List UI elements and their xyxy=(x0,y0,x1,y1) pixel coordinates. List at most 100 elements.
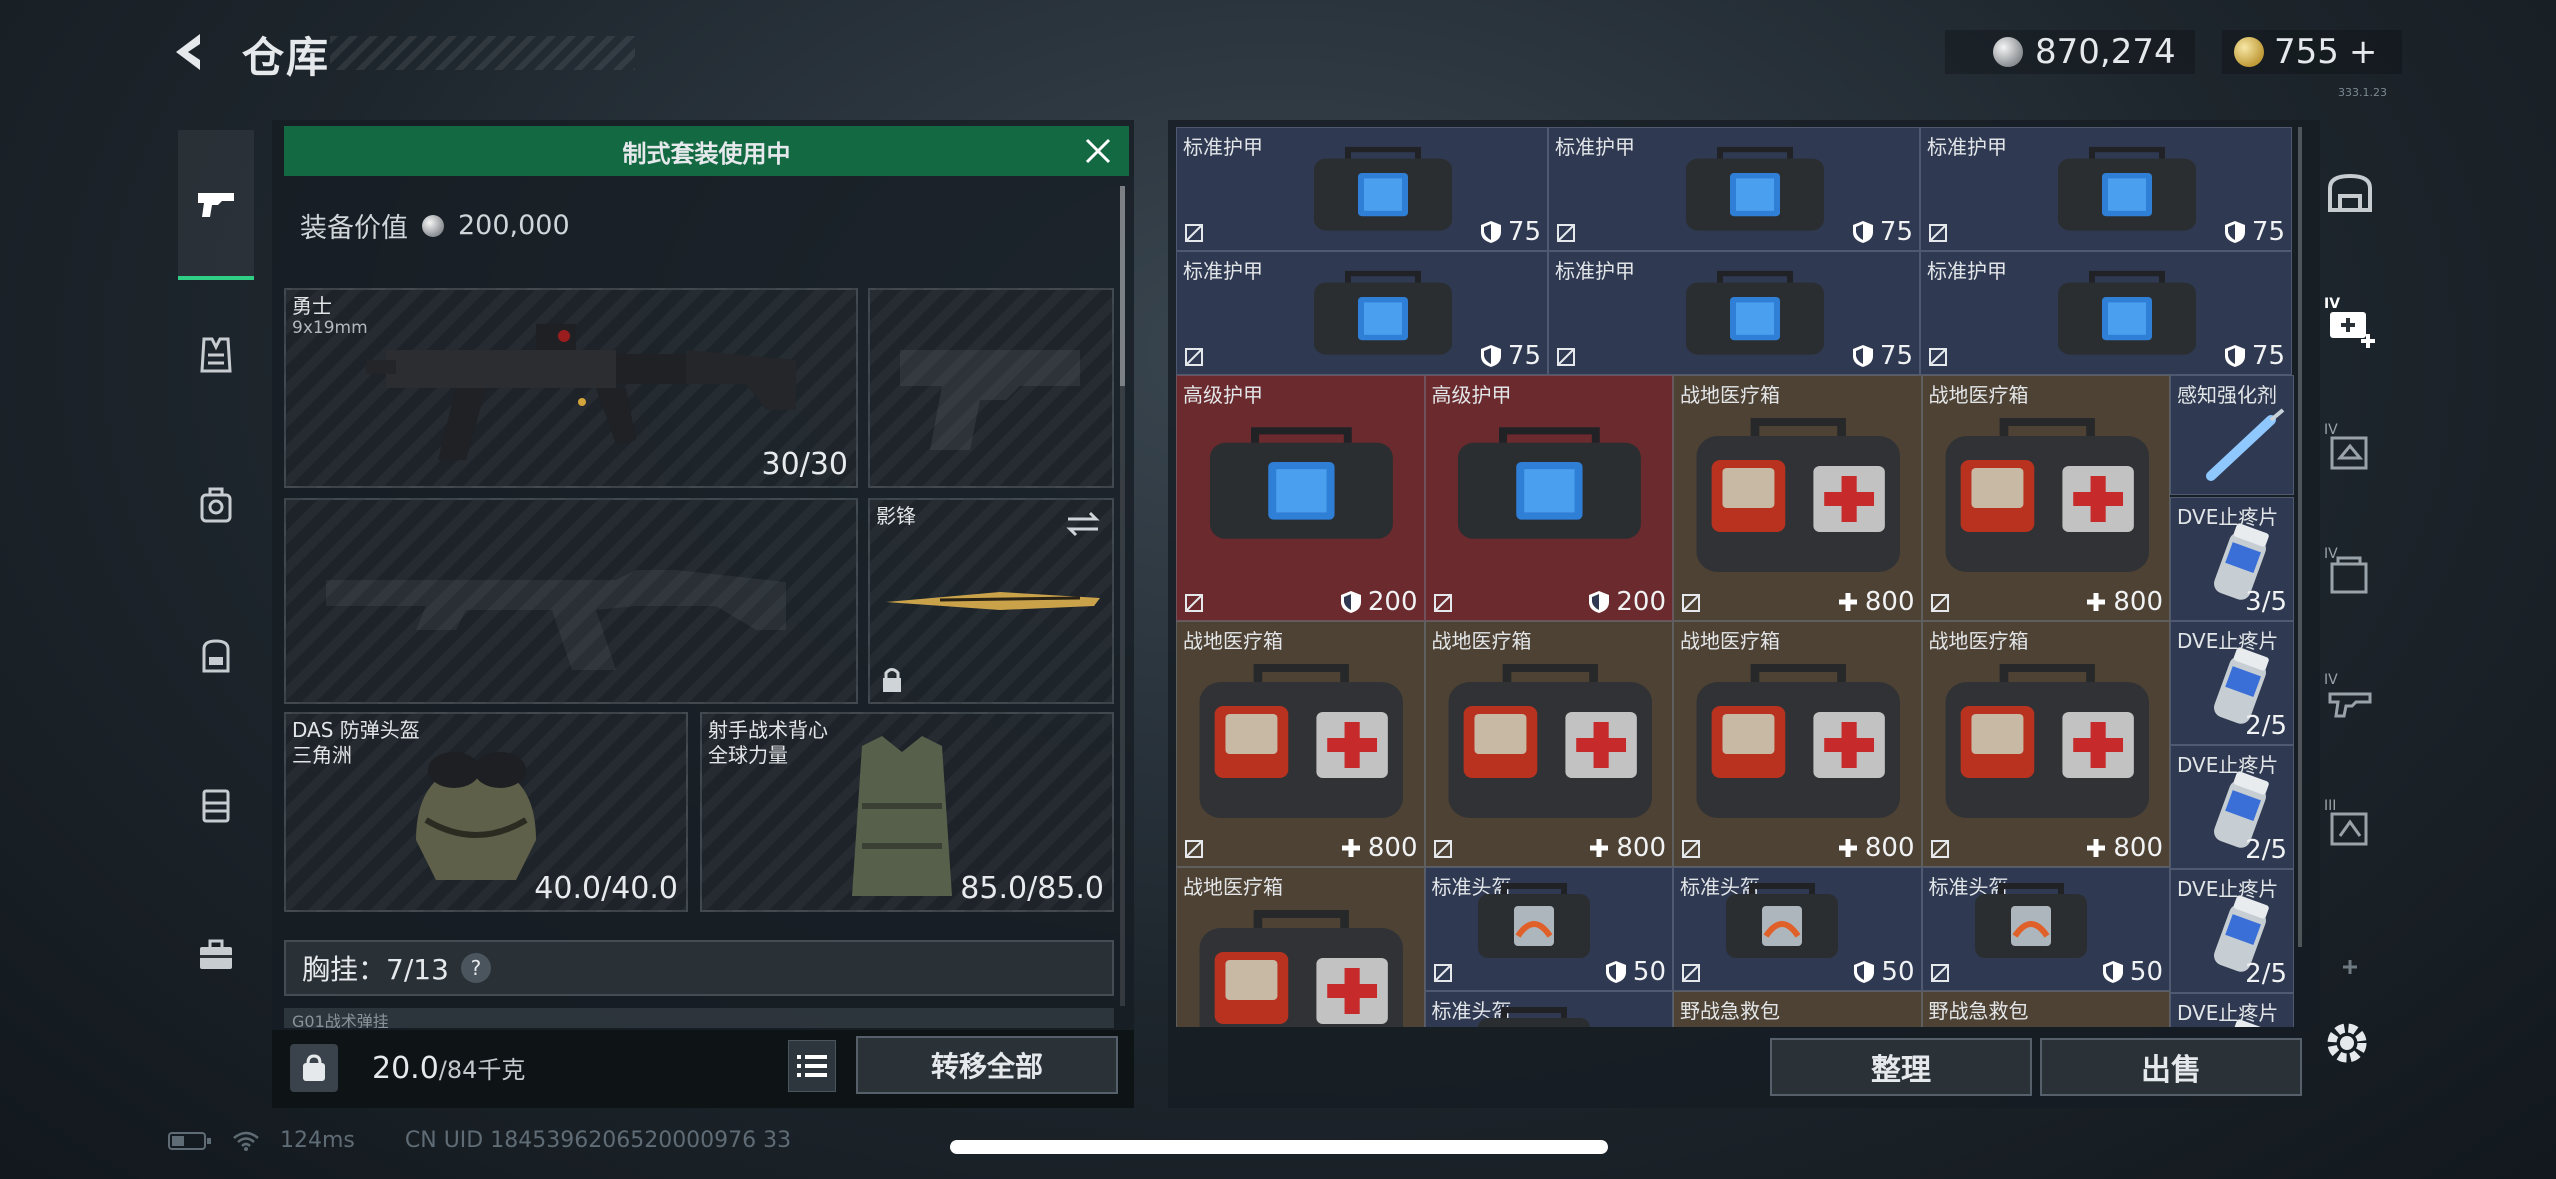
storage-item-pills[interactable]: DVE止疼片 2/5 xyxy=(2170,621,2294,745)
storage-item-firstaid[interactable]: 野战急救包 xyxy=(1921,991,2170,1027)
settings-gear-icon[interactable] xyxy=(2318,1014,2376,1072)
kettlebell-icon xyxy=(303,1054,325,1081)
storage-item-firstaid[interactable]: 野战急救包 xyxy=(1673,991,1922,1027)
armor-slot[interactable]: 射手战术背心 全球力量 85.0/85.0 xyxy=(700,712,1114,912)
chest-rig-row[interactable]: 胸挂：7/13 ? xyxy=(284,940,1114,996)
storage-item-armor-bag[interactable]: 标准护甲 75 xyxy=(1176,251,1548,375)
medkit-icon xyxy=(1944,664,2149,818)
melee-name: 影锋 xyxy=(876,504,916,528)
helmet-bag-icon xyxy=(1974,883,2087,958)
filter-helmet[interactable]: III xyxy=(2318,792,2382,856)
storage-item-big-armor-bag[interactable]: 高级护甲 200 xyxy=(1176,375,1425,621)
secondary-weapon-slot[interactable] xyxy=(284,498,858,704)
gold-add-button[interactable]: + xyxy=(2349,32,2378,72)
all-items-icon xyxy=(2328,173,2372,212)
case-icon xyxy=(202,789,230,823)
storage-item-pills[interactable]: DVE止疼片 2/5 xyxy=(2170,745,2294,869)
nav-case[interactable] xyxy=(178,730,254,880)
primary-weapon-slot[interactable]: 勇士 9x19mm 30/30 xyxy=(284,288,858,488)
status-bar: 124ms CN UID 1845396206520000976 33 xyxy=(168,1128,791,1153)
nav-backpack[interactable] xyxy=(178,580,254,730)
transfer-all-button[interactable]: 转移全部 xyxy=(856,1036,1118,1094)
storage-item-medkit[interactable]: 战地医疗箱 800 xyxy=(1424,621,1673,867)
filter-medical[interactable]: IV xyxy=(2318,290,2382,354)
back-arrow-icon[interactable] xyxy=(168,30,212,74)
close-icon[interactable] xyxy=(1083,136,1113,166)
bound-icon xyxy=(1682,594,1700,612)
item-name: 标准护甲 xyxy=(1555,135,1635,159)
bound-icon xyxy=(1185,224,1203,242)
shield-icon xyxy=(1852,345,1873,367)
storage-item-armor-bag[interactable]: 标准护甲 75 xyxy=(1920,127,2292,251)
item-name: 感知强化剂 xyxy=(2177,383,2277,407)
storage-item-medkit[interactable]: 战地医疗箱 800 xyxy=(1673,375,1922,621)
sell-button[interactable]: 出售 xyxy=(2040,1038,2302,1096)
storage-item-helmet-bag[interactable]: 标准头盔 50 xyxy=(1673,867,1922,991)
filter-all[interactable] xyxy=(2318,162,2382,226)
nav-toolbox[interactable] xyxy=(178,880,254,1030)
storage-item-pills[interactable]: DVE止疼片 2/5 xyxy=(2170,869,2294,993)
battery-icon xyxy=(168,1131,211,1150)
nav-vest[interactable] xyxy=(178,280,254,430)
item-value: 2/5 xyxy=(2245,959,2287,989)
item-value: 75 xyxy=(2224,217,2285,247)
storage-item-pills[interactable]: DVE止疼片 3/5 xyxy=(2170,497,2294,621)
swap-icon[interactable] xyxy=(1066,510,1100,538)
storage-item-armor-bag[interactable]: 标准护甲 75 xyxy=(1548,251,1920,375)
shield-icon xyxy=(1480,221,1501,243)
storage-item-armor-bag[interactable]: 标准护甲 75 xyxy=(1548,127,1920,251)
medkit-icon xyxy=(1199,910,1403,1027)
storage-scrollbar[interactable] xyxy=(2298,127,2302,947)
bound-icon xyxy=(1557,348,1575,366)
silver-currency: 870,274 xyxy=(1945,30,2195,74)
storage-item-helmet-bag[interactable]: 标准头盔 xyxy=(1424,991,1673,1027)
bound-icon xyxy=(1185,348,1203,366)
storage-item-medkit[interactable]: 战地医疗箱 800 xyxy=(1176,621,1425,867)
list-view-button[interactable] xyxy=(788,1040,836,1092)
filter-weapon[interactable]: IV xyxy=(2318,666,2382,730)
equipment-value: 装备价值 200,000 xyxy=(300,206,570,245)
home-indicator[interactable] xyxy=(950,1140,1608,1154)
pistol-silhouette-icon xyxy=(900,350,1080,450)
shield-icon xyxy=(2224,345,2245,367)
equipment-scrollbar[interactable] xyxy=(1120,186,1125,1006)
item-name: 战地医疗箱 xyxy=(1928,629,2029,653)
item-name: 战地医疗箱 xyxy=(1680,383,1780,407)
storage-item-syringe[interactable]: 感知强化剂 xyxy=(2170,375,2294,495)
storage-item-helmet-bag[interactable]: 标准头盔 50 xyxy=(1424,867,1673,991)
storage-item-medkit[interactable]: 战地医疗箱 800 xyxy=(1921,621,2170,867)
preset-banner: 制式套装使用中 xyxy=(284,126,1129,176)
item-name: 战地医疗箱 xyxy=(1680,629,1780,653)
storage-item-armor-bag[interactable]: 标准护甲 75 xyxy=(1920,251,2292,375)
gold-currency[interactable]: 755 + xyxy=(2222,30,2402,74)
weapon-filter-icon: IV xyxy=(2324,672,2372,718)
left-nav xyxy=(166,120,264,1040)
vest-icon xyxy=(852,736,952,896)
storage-item-armor-bag[interactable]: 标准护甲 75 xyxy=(1176,127,1548,251)
item-name: 标准护甲 xyxy=(1555,259,1635,283)
item-value: 75 xyxy=(1852,341,1913,371)
storage-item-medkit[interactable]: 战地医疗箱 800 xyxy=(1673,621,1922,867)
list-icon xyxy=(797,1055,827,1077)
help-icon[interactable]: ? xyxy=(460,953,491,983)
sidearm-slot[interactable] xyxy=(868,288,1114,488)
helmet-slot[interactable]: DAS 防弹头盔 三角洲 40.0/40.0 xyxy=(284,712,688,912)
melee-slot[interactable]: 影锋 xyxy=(868,498,1114,704)
storage-item-pills[interactable]: DVE止疼片 xyxy=(2170,993,2294,1027)
storage-item-medkit[interactable]: 战地医疗箱 800 xyxy=(1921,375,2170,621)
filter-more[interactable] xyxy=(2318,940,2382,1004)
nav-weapons[interactable] xyxy=(178,130,254,280)
filter-armor[interactable]: IV xyxy=(2318,416,2382,480)
equipment-value-amount: 200,000 xyxy=(458,210,570,241)
storage-item-medkit[interactable]: 战地医疗箱 xyxy=(1176,867,1425,1027)
primary-weapon-ammo: 30/30 xyxy=(761,447,848,482)
item-value: 2/5 xyxy=(2245,711,2287,741)
ammo-filter-icon: IV xyxy=(2324,546,2368,594)
sort-button[interactable]: 整理 xyxy=(1770,1038,2032,1096)
storage-item-helmet-bag[interactable]: 标准头盔 50 xyxy=(1921,867,2170,991)
storage-item-big-armor-bag[interactable]: 高级护甲 200 xyxy=(1424,375,1673,621)
svg-text:III: III xyxy=(2324,798,2336,814)
item-value: 3/5 xyxy=(2245,587,2287,617)
filter-ammo[interactable]: IV xyxy=(2318,540,2382,604)
nav-helmet[interactable] xyxy=(178,430,254,580)
